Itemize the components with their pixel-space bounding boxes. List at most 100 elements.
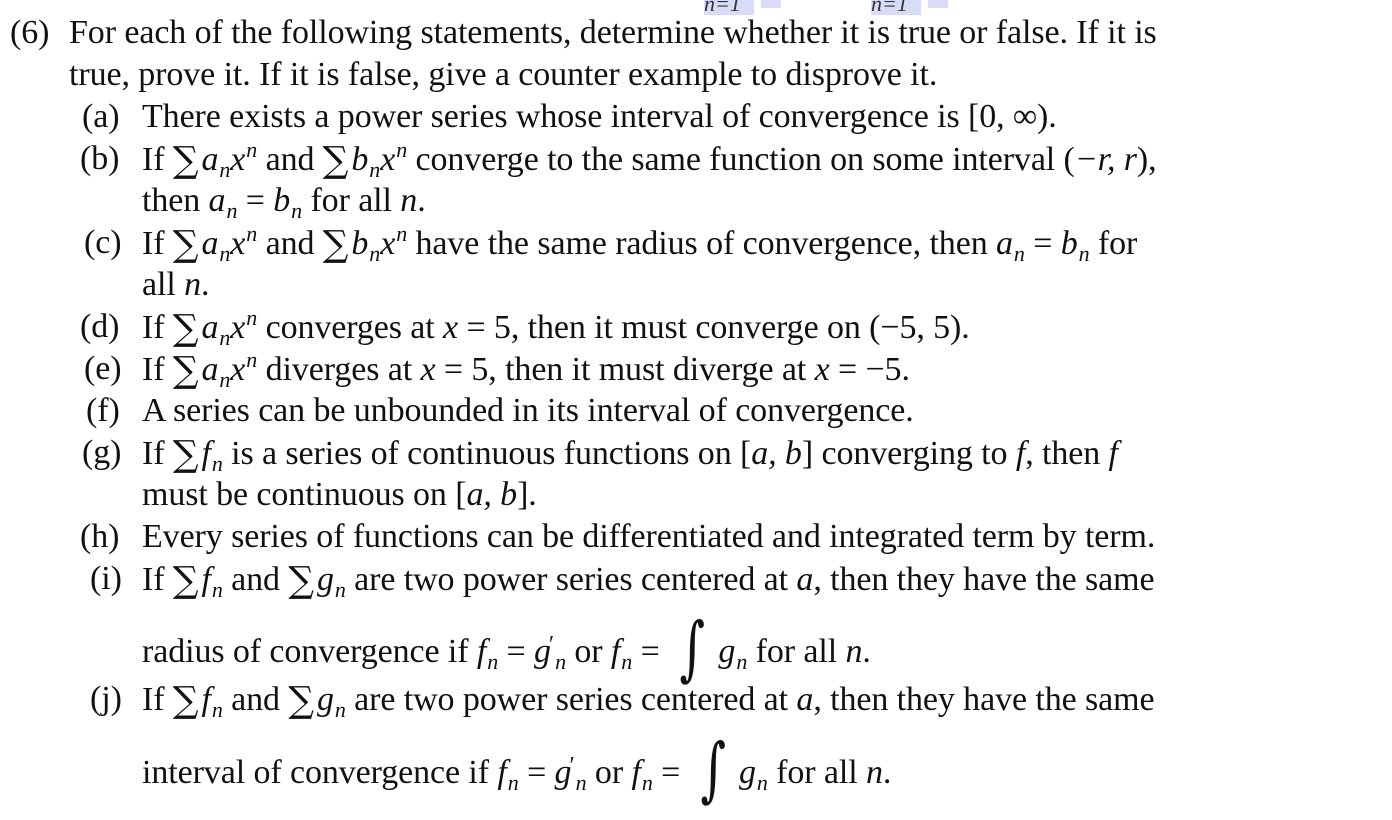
var: n (866, 754, 883, 791)
text: is a series of continuous functions on [ (222, 435, 752, 472)
item-e-label: (e) (84, 350, 122, 387)
subscript: n (334, 697, 346, 722)
document-page: n=1 n=1 (6) For each of the following st… (0, 0, 1392, 820)
sum-symbol: ∑ (322, 224, 349, 265)
var: b (351, 225, 369, 262)
var: f (1108, 435, 1118, 472)
text: converges at (257, 309, 444, 346)
integral-symbol: ∫ (700, 728, 726, 810)
var: x (443, 309, 459, 346)
var: n (400, 182, 418, 219)
subscript: n (211, 577, 223, 602)
item-i-line-2: radius of convergence if fn = g′n or fn … (142, 607, 871, 689)
sum-symbol: ∑ (172, 680, 199, 721)
item-i-line-1: If ∑fn and ∑gn are two power series cent… (142, 559, 1155, 603)
var: x (380, 141, 396, 178)
subscript: n (1013, 241, 1025, 266)
subscript: n (291, 198, 303, 223)
item-j-line-1: If ∑fn and ∑gn are two power series cent… (142, 679, 1155, 723)
item-a-text: There exists a power series whose interv… (142, 98, 1057, 135)
sum-symbol: ∑ (172, 224, 199, 265)
text: diverges at (257, 351, 421, 388)
var: x (380, 225, 396, 262)
var: a (996, 225, 1013, 262)
text: and (222, 681, 289, 718)
sum-symbol: ∑ (288, 680, 314, 721)
item-j-line-2: interval of convergence if fn = g′n or f… (142, 728, 892, 810)
var: f (201, 681, 211, 718)
superscript: n (246, 221, 258, 246)
subscript: n (219, 325, 231, 350)
item-b-line-1: If ∑anxn and ∑bnxn converge to the same … (142, 137, 1157, 183)
interval: a, b (466, 476, 518, 513)
text: . (862, 633, 871, 670)
superscript: n (396, 137, 408, 162)
item-b-line-2: then an = bn for all n. (142, 181, 426, 224)
text: = (1024, 225, 1061, 262)
text: If (142, 435, 165, 472)
subscript: n (219, 367, 231, 392)
text: ]. (517, 476, 537, 513)
text: for (1089, 225, 1138, 262)
problem-intro-line-1: For each of the following statements, de… (69, 14, 1157, 51)
subscript: n (369, 241, 381, 266)
var: f (1015, 435, 1026, 472)
text: If (142, 681, 165, 718)
text: = (237, 182, 274, 219)
text: = (498, 633, 534, 670)
integral-symbol: ∫ (679, 607, 706, 689)
item-d-label: (d) (80, 308, 120, 345)
prime: ′ (569, 753, 575, 779)
var: a (201, 351, 219, 388)
item-i-label: (i) (90, 560, 122, 597)
item-g-line-2: must be continuous on [a, b]. (142, 475, 537, 515)
text: converge to the same function on some in… (407, 141, 1075, 178)
text: , then they have the same (813, 681, 1155, 718)
text: = (632, 633, 669, 670)
var: g (316, 681, 334, 718)
item-e-line-1: If ∑anxn diverges at x = 5, then it must… (142, 347, 910, 393)
item-h-label: (h) (80, 518, 120, 555)
item-d-line-1: If ∑anxn converges at x = 5, then it mus… (142, 305, 970, 351)
subscript: n (507, 770, 519, 795)
var: x (230, 225, 246, 262)
text: = (652, 754, 689, 791)
text: If (142, 351, 165, 388)
var: f (201, 561, 211, 598)
var: b (273, 182, 291, 219)
text: , then (1025, 435, 1109, 472)
var: x (230, 309, 246, 346)
highlight-box-right (928, 0, 948, 8)
text: ] converging to (801, 435, 1016, 472)
sum-symbol: ∑ (322, 140, 349, 181)
text: If (142, 225, 165, 262)
var: g (718, 633, 736, 670)
subscript: n (641, 770, 653, 795)
item-f-label: (f) (86, 392, 120, 429)
subscript: n (487, 649, 499, 674)
var: a (201, 225, 219, 262)
var: g (738, 754, 756, 791)
var: f (476, 633, 487, 670)
var: a (201, 309, 219, 346)
subscript: n (226, 198, 238, 223)
text: must be continuous on [ (142, 476, 467, 513)
var: n (845, 633, 863, 670)
text: interval of convergence if (142, 754, 498, 791)
text: = −5. (829, 351, 910, 388)
var: x (420, 351, 436, 388)
interval: −r, r (1074, 141, 1137, 178)
item-a-label: (a) (82, 98, 120, 135)
item-g-line-1: If ∑fn is a series of continuous functio… (142, 433, 1118, 477)
text: or (565, 633, 611, 670)
text: . (201, 266, 210, 303)
subscript: n (219, 241, 231, 266)
highlight-box-left (761, 0, 781, 8)
item-c-line-2: all n. (142, 265, 210, 305)
var: a (796, 681, 814, 718)
text: are two power series centered at (345, 681, 797, 718)
sum-symbol: ∑ (172, 560, 199, 601)
text: . (882, 754, 892, 791)
problem-number-text: (6) (10, 14, 50, 51)
item-h-text: Every series of functions can be differe… (142, 518, 1156, 555)
